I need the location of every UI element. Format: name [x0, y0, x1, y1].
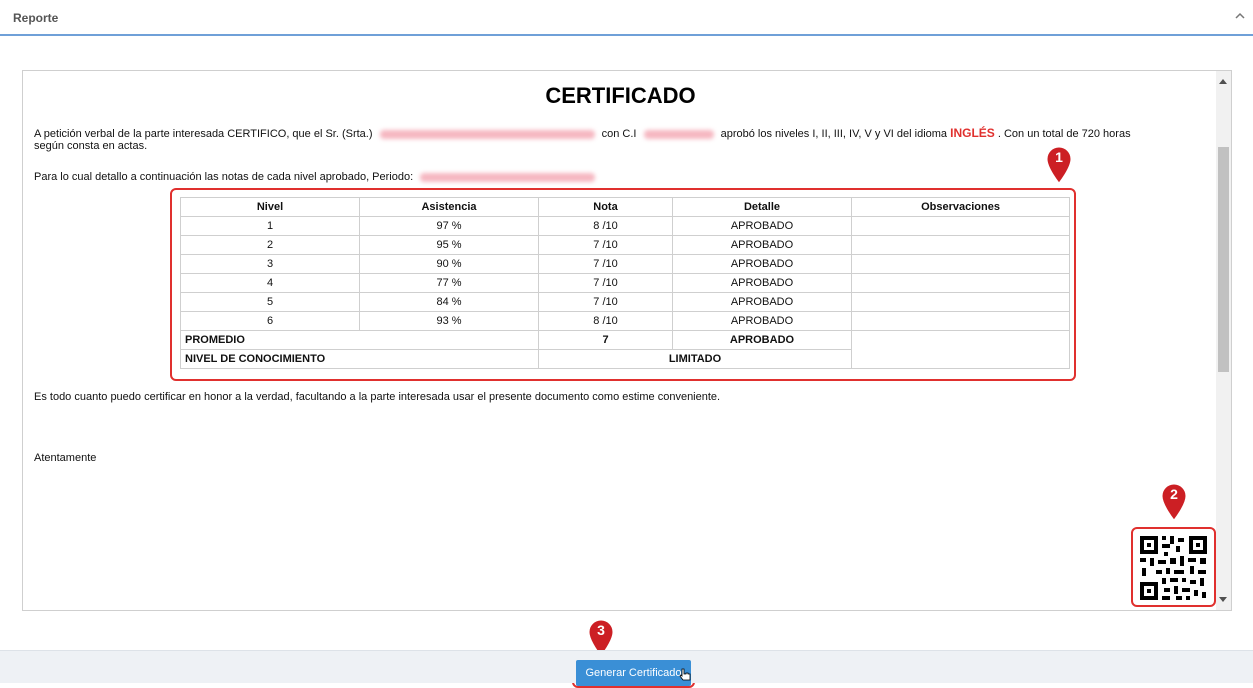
sign-off: Atentamente [34, 452, 97, 464]
scroll-down-icon[interactable] [1219, 597, 1227, 602]
chevron-up-icon[interactable] [1233, 9, 1247, 23]
scroll-thumb[interactable] [1218, 147, 1229, 372]
certificate-title: CERTIFICADO [545, 83, 696, 108]
closing-text: Es todo cuanto puedo certificar en honor… [34, 391, 721, 403]
vertical-scrollbar[interactable] [1216, 71, 1231, 610]
intro-text-4: según consta en actas. [34, 140, 148, 152]
language-label: INGLÉS [950, 126, 995, 140]
redacted-period [420, 172, 596, 182]
intro-text-3: . Con un total de 720 horas [997, 128, 1131, 140]
hand-cursor-icon [679, 668, 691, 681]
scroll-up-icon[interactable] [1219, 79, 1227, 84]
annotation-marker-1: 1 [1044, 144, 1074, 184]
period-line: Para lo cual detallo a continuación las … [34, 171, 599, 183]
annotation-marker-2: 2 [1159, 481, 1189, 521]
marker-number: 1 [1055, 149, 1063, 165]
intro-text-2: aprobó los niveles I, II, III, IV, V y V… [720, 128, 948, 140]
marker-number: 2 [1170, 486, 1178, 502]
panel-title: Reporte [13, 11, 59, 25]
certificate-intro: A petición verbal de la parte interesada… [34, 127, 1219, 152]
redacted-id [643, 129, 714, 139]
redacted-name [379, 129, 595, 139]
intro-ci-label: con C.I [601, 128, 637, 140]
table-highlight [170, 188, 1076, 381]
panel-header: Reporte [0, 0, 1253, 36]
intro-text-1: A petición verbal de la parte interesada… [34, 128, 373, 140]
qr-highlight [1131, 527, 1216, 607]
generate-certificate-button[interactable]: Generar Certificado [576, 660, 691, 686]
marker-number: 3 [597, 622, 605, 638]
period-label: Para lo cual detallo a continuación las … [34, 171, 414, 183]
